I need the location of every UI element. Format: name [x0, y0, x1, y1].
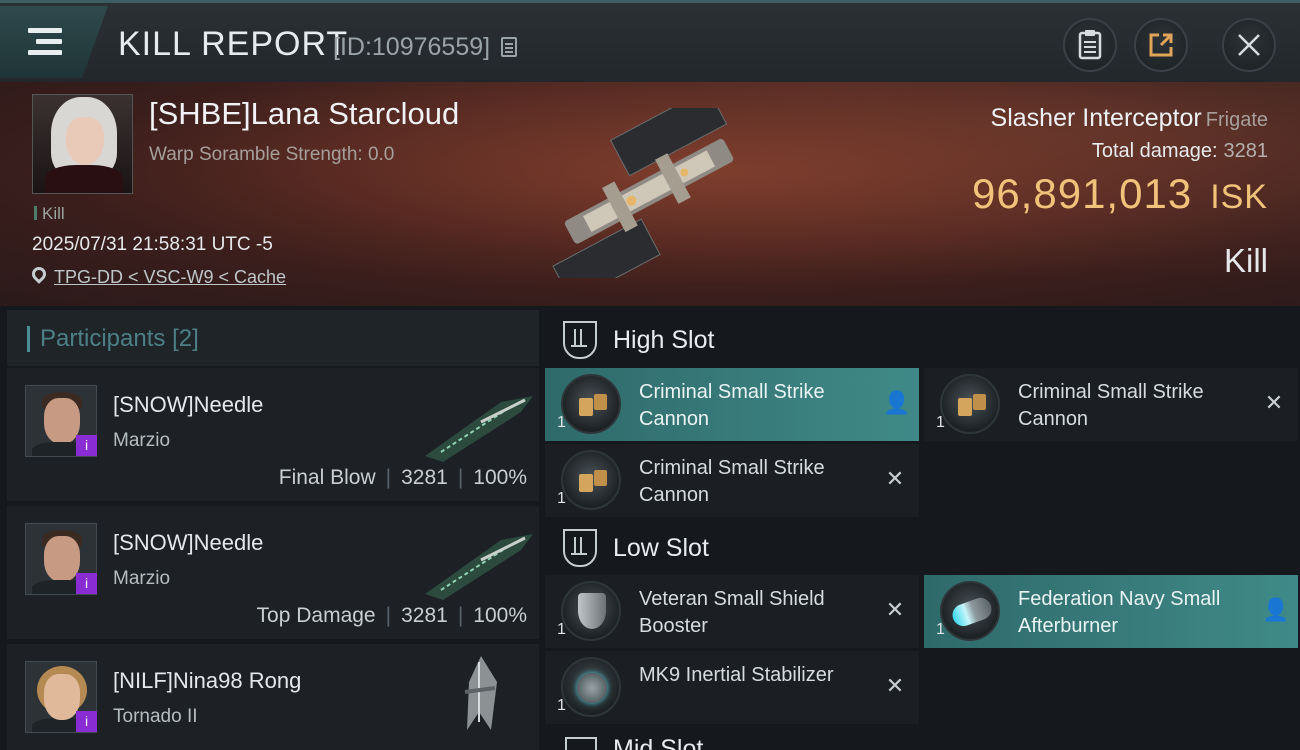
participant-ship-image — [425, 396, 533, 462]
info-badge-icon: i — [76, 573, 97, 594]
location-link[interactable]: TPG-DD < VSC-W9 < Cache — [54, 267, 286, 288]
module-name: Criminal Small Strike Cannon — [1018, 381, 1204, 430]
info-badge-icon: i — [76, 435, 97, 456]
share-icon — [1149, 33, 1173, 57]
victim-ship-name[interactable]: Slasher Interceptor Frigate — [991, 104, 1268, 133]
module-name: Veteran Small Shield Booster — [639, 588, 825, 637]
module-name: MK9 Inertial Stabilizer — [639, 664, 834, 686]
afterburner-icon — [940, 581, 1000, 641]
kill-tag: Kill — [34, 204, 65, 224]
module-quantity: 1 — [936, 414, 945, 431]
participant-name: [SNOW]Needle — [113, 530, 264, 555]
destroyed-icon: ✕ — [885, 466, 905, 491]
victim-portrait[interactable] — [32, 94, 133, 194]
location-pin-icon — [29, 264, 49, 284]
participant-card[interactable]: i [SNOW]Needle Marzio Final Blow | 3281 | 10… — [7, 368, 539, 501]
participant-name: [SNOW]Needle — [113, 392, 264, 417]
warp-scramble-strength: Warp Soramble Strength: 0.0 — [149, 144, 395, 165]
report-id: [ID:10976559] — [333, 33, 491, 61]
kill-result: Kill — [1223, 242, 1268, 279]
clipboard-button[interactable] — [1063, 18, 1117, 72]
mid-slot-title: Mid Slot — [613, 737, 703, 750]
module-quantity: 1 — [557, 490, 566, 507]
inertial-stabilizer-icon — [561, 657, 621, 717]
module-name: Criminal Small Strike Cannon — [639, 381, 825, 430]
module-quantity: 1 — [557, 621, 566, 638]
participant-ship: Marzio — [113, 568, 171, 589]
destroyed-icon: ✕ — [885, 597, 905, 622]
low-slot-icon — [563, 529, 597, 567]
mid-slot-header: Mid Slot — [545, 735, 919, 750]
copy-icon[interactable] — [501, 37, 517, 57]
victim-name[interactable]: [SHBE]Lana Starcloud — [149, 96, 459, 132]
cannon-icon — [561, 450, 621, 510]
participant-stats: Top Damage | 3281 | 100% — [256, 604, 527, 627]
info-badge-icon: i — [76, 711, 97, 732]
participants-label: Participants — [40, 325, 166, 352]
top-bar: KILL REPORT [ID:10976559] — [0, 0, 1300, 82]
module-item[interactable]: 1 Criminal Small Strike Cannon ✕ — [924, 368, 1298, 441]
participants-header: Participants [2] — [7, 310, 539, 366]
participant-stats: Final Blow | 3281 | 100% — [278, 466, 527, 489]
module-quantity: 1 — [557, 414, 566, 431]
participant-card[interactable]: i [NILF]Nina98 Rong Tornado II — [7, 644, 539, 750]
cannon-icon — [561, 374, 621, 434]
clipboard-icon — [1078, 30, 1102, 60]
page-title: KILL REPORT — [118, 25, 349, 63]
dropped-icon: 👤 — [883, 390, 911, 415]
module-name: Criminal Small Strike Cannon — [639, 457, 825, 506]
module-quantity: 1 — [557, 697, 566, 714]
victim-ship-image[interactable] — [520, 108, 780, 278]
share-button[interactable] — [1134, 18, 1188, 72]
high-slot-title: High Slot — [613, 325, 715, 354]
participants-count: [2] — [172, 325, 199, 352]
kill-datetime: 2025/07/31 21:58:31 UTC -5 — [32, 234, 273, 255]
destroyed-icon: ✕ — [1264, 390, 1284, 415]
close-button[interactable] — [1222, 18, 1276, 72]
module-item[interactable]: 1 Federation Navy Small Afterburner 👤 — [924, 575, 1298, 648]
module-item[interactable]: 1 Criminal Small Strike Cannon ✕ — [545, 444, 919, 517]
victim-banner: [SHBE]Lana Starcloud Warp Soramble Stren… — [0, 82, 1300, 306]
high-slot-icon — [563, 321, 597, 359]
module-name: Federation Navy Small Afterburner — [1018, 588, 1221, 637]
total-damage: Total damage: 3281 — [1091, 140, 1268, 162]
participant-ship: Marzio — [113, 430, 171, 451]
module-item[interactable]: 1 Criminal Small Strike Cannon 👤 — [545, 368, 919, 441]
low-slot-header: Low Slot — [545, 516, 1300, 580]
destroyed-icon: ✕ — [885, 673, 905, 698]
close-icon — [1238, 34, 1260, 56]
module-item[interactable]: 1 MK9 Inertial Stabilizer ✕ — [545, 651, 919, 724]
dropped-icon: 👤 — [1262, 597, 1290, 622]
cannon-icon — [940, 374, 1000, 434]
isk-value: 96,891,013 ISK — [971, 170, 1268, 217]
shield-booster-icon — [561, 581, 621, 641]
participant-ship-image — [425, 534, 533, 600]
menu-icon[interactable] — [0, 6, 108, 78]
participant-card[interactable]: i [SNOW]Needle Marzio Top Damage | 3281 | 10… — [7, 506, 539, 639]
mid-slot-icon — [565, 737, 597, 750]
participant-ship-image — [464, 656, 497, 730]
module-quantity: 1 — [936, 621, 945, 638]
module-item[interactable]: 1 Veteran Small Shield Booster ✕ — [545, 575, 919, 648]
low-slot-title: Low Slot — [613, 533, 709, 562]
high-slot-header: High Slot — [545, 308, 1300, 372]
participant-ship: Tornado II — [113, 706, 198, 727]
participant-name: [NILF]Nina98 Rong — [113, 668, 302, 693]
